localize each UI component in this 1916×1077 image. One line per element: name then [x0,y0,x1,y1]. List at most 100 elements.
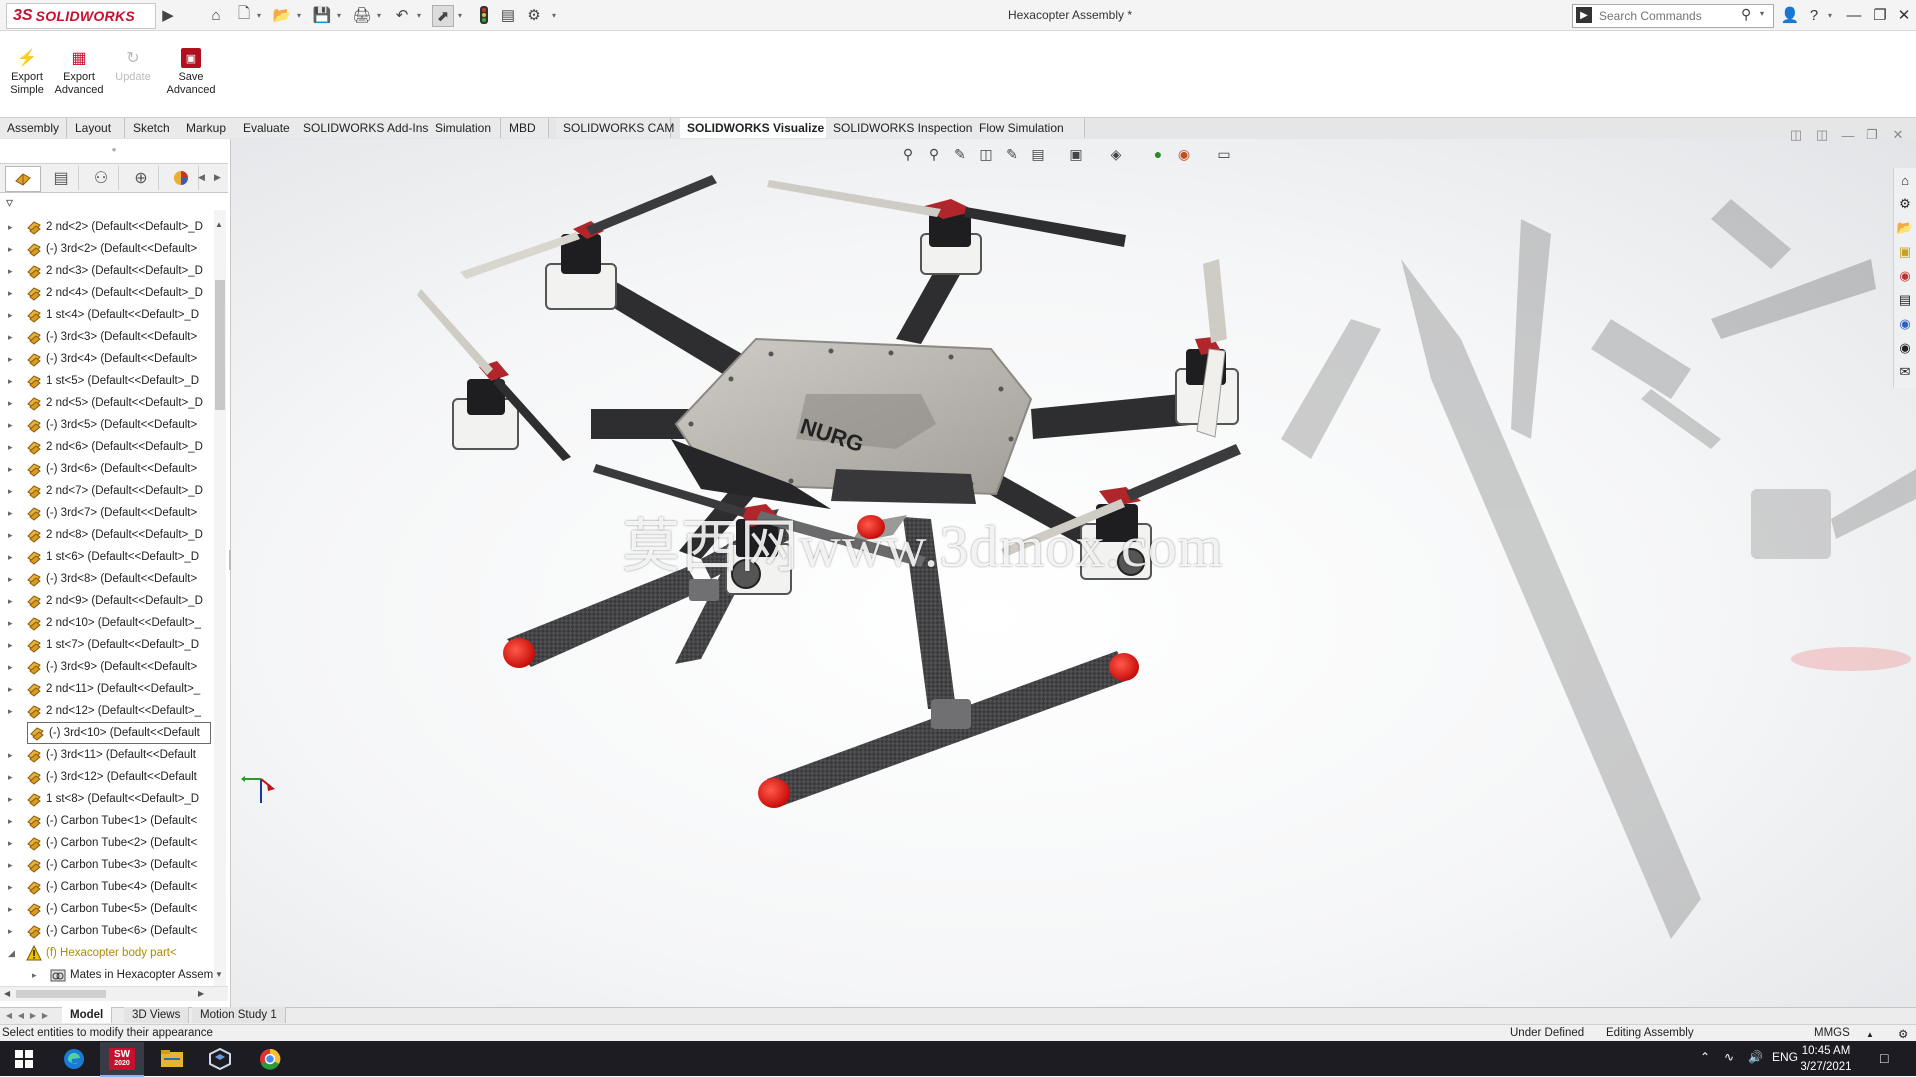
design-library-icon[interactable]: 📂 [1896,218,1914,238]
tab-motion-study[interactable]: Motion Study 1 [192,1007,286,1023]
chat-icon[interactable]: ✉ [1896,362,1914,382]
scroll-right-icon[interactable]: ▶ [198,989,204,998]
tab-flow-simulation[interactable]: Flow Simulation [972,118,1085,138]
expand-arrow-icon[interactable]: ▸ [8,838,18,849]
tree-item[interactable]: ▸ (-) Carbon Tube<3> (Default< [8,854,218,876]
first-tab-arrow-icon[interactable]: ◀ [4,1009,14,1022]
expand-arrow-icon[interactable]: ▸ [8,376,18,387]
save-advanced-button[interactable]: ▣ Save Advanced [164,48,218,108]
tree-item[interactable]: ▸ (-) 3rd<9> (Default<<Default> [8,656,218,678]
expand-arrow-icon[interactable]: ▸ [8,508,18,519]
new-file-icon[interactable]: 🗋 [234,5,254,25]
scroll-up-icon[interactable]: ▲ [215,220,223,229]
close-window-icon[interactable]: ✕ [1892,4,1916,26]
edge-icon[interactable] [52,1042,96,1075]
solidworks-forum-icon[interactable]: ◉ [1896,338,1914,358]
panel-grip-icon[interactable]: ● [0,145,228,155]
tree-item[interactable]: ▸ (-) 3rd<6> (Default<<Default> [8,458,218,480]
units-selector[interactable]: MMGS [1814,1027,1850,1039]
tab-solidworks-add-ins[interactable]: SOLIDWORKS Add-Ins [296,118,429,138]
tree-item[interactable]: ▸ 2 nd<11> (Default<<Default>_ [8,678,218,700]
tab-sketch[interactable]: Sketch [126,118,183,138]
expand-arrow-icon[interactable]: ▸ [8,552,18,563]
units-dropdown-icon[interactable]: ▲ [1866,1030,1874,1039]
volume-icon[interactable]: 🔊 [1748,1050,1763,1064]
open-dropdown-icon[interactable]: ▾ [295,9,303,21]
tree-item[interactable]: ▸ (-) 3rd<12> (Default<<Default [8,766,218,788]
select-dropdown-icon[interactable]: ▾ [456,9,464,21]
viewport-minimize-icon[interactable]: — [1838,125,1858,145]
tabs-scroll-right-icon[interactable]: ▶ [214,172,221,183]
tree-item[interactable]: ▸ 2 nd<2> (Default<<Default>_D [8,216,218,238]
save-dropdown-icon[interactable]: ▾ [335,9,343,21]
expand-arrow-icon[interactable]: ▸ [8,640,18,651]
tabs-scroll-left-icon[interactable]: ◀ [198,172,205,183]
tree-item[interactable]: ▸ (-) Carbon Tube<4> (Default< [8,876,218,898]
search-input[interactable] [1597,8,1751,24]
tree-item[interactable]: ▸ (-) 3rd<3> (Default<<Default> [8,326,218,348]
expand-arrow-icon[interactable]: ▸ [8,706,18,717]
zoom-to-area-icon[interactable]: ⚲ [922,143,946,165]
options-dropdown-icon[interactable]: ▾ [550,9,558,21]
expand-arrow-icon[interactable]: ▸ [8,860,18,871]
tree-item[interactable]: ▸(-) 3rd<10> (Default<<Default [27,722,211,744]
expand-arrow-icon[interactable]: ▸ [32,970,42,981]
expand-arrow-icon[interactable]: ▸ [8,530,18,541]
featuremanager-tree-icon[interactable] [5,166,41,192]
tree-item[interactable]: ▸ Mates in Hexacopter Assem [8,964,218,986]
tree-item[interactable]: ▸ 2 nd<3> (Default<<Default>_D [8,260,218,282]
traffic-light-icon[interactable] [474,5,494,25]
user-account-icon[interactable]: 👤 [1778,4,1802,26]
view-orientation-icon[interactable]: ▤ [1026,143,1050,165]
tray-overflow-icon[interactable]: ⌃ [1700,1050,1710,1064]
dimxpert-icon[interactable]: ⊕ [124,166,159,190]
tree-item[interactable]: ▸ 1 st<7> (Default<<Default>_D [8,634,218,656]
collapse-arrow-icon[interactable]: ◢ [8,948,18,959]
expand-arrow-icon[interactable]: ▸ [8,464,18,475]
solidworks-logo[interactable]: 3S SOLIDWORKS [6,3,156,29]
expand-arrow-icon[interactable]: ▸ [8,684,18,695]
tab-markup[interactable]: Markup [179,118,239,138]
select-arrow-icon[interactable]: ⬈ [432,5,454,27]
tree-horizontal-scrollbar[interactable]: ◀ ▶ [0,986,228,1001]
tree-item[interactable]: ▸ (-) Carbon Tube<6> (Default< [8,920,218,942]
expand-arrow-icon[interactable]: ▸ [8,618,18,629]
display-manager-icon[interactable] [164,166,199,190]
view-palette-icon[interactable]: ◉ [1896,266,1914,286]
tree-item[interactable]: ▸ 2 nd<9> (Default<<Default>_D [8,590,218,612]
last-tab-arrow-icon[interactable]: ▶ [40,1009,50,1022]
section-view-icon[interactable]: ◫ [974,143,998,165]
windows-start-icon[interactable] [2,1042,46,1075]
apply-scene-icon[interactable]: ◉ [1172,143,1196,165]
custom-properties-icon[interactable]: ◉ [1896,314,1914,334]
resources-icon[interactable]: ⚙ [1896,194,1914,214]
new-dropdown-icon[interactable]: ▾ [255,9,263,21]
expand-arrow-icon[interactable]: ▸ [8,288,18,299]
tree-item[interactable]: ◢ (f) Hexacopter body part< [8,942,218,964]
tree-item[interactable]: ▸ 1 st<8> (Default<<Default>_D [8,788,218,810]
open-folder-icon[interactable]: 📂 [272,5,292,25]
tree-item[interactable]: ▸ (-) 3rd<4> (Default<<Default> [8,348,218,370]
hide-show-icon[interactable]: ◈ [1104,143,1128,165]
tab-evaluate[interactable]: Evaluate [236,118,299,138]
home-icon[interactable]: ⌂ [1896,170,1914,190]
scroll-left-icon[interactable]: ◀ [4,989,10,998]
expand-arrow-icon[interactable]: ▸ [8,904,18,915]
expand-arrow-icon[interactable]: ▸ [8,926,18,937]
previous-view-icon[interactable]: ✎ [948,143,972,165]
search-commands-box[interactable]: ▶ ⚲ ▾ [1572,4,1774,28]
filter-icon[interactable]: ▿ [6,194,30,212]
expand-arrow-icon[interactable]: ▸ [8,332,18,343]
tree-item[interactable]: ▸ 2 nd<4> (Default<<Default>_D [8,282,218,304]
view-settings-icon[interactable]: ▭ [1212,143,1236,165]
undo-icon[interactable]: ↶ [392,5,412,25]
solidworks-2020-icon[interactable]: SW 2020 [100,1042,144,1077]
export-advanced-button[interactable]: ▦ Export Advanced [52,48,106,108]
system-clock[interactable]: 10:45 AM 3/27/2021 [1790,1043,1862,1075]
dynamic-annotation-icon[interactable]: ✎ [1000,143,1024,165]
zoom-to-fit-icon[interactable]: ⚲ [896,143,920,165]
tree-item[interactable]: ▸ 2 nd<8> (Default<<Default>_D [8,524,218,546]
expand-arrow-icon[interactable]: ▸ [8,574,18,585]
print-icon[interactable]: 🖨 [352,5,372,25]
tree-item[interactable]: ▸ 2 nd<6> (Default<<Default>_D [8,436,218,458]
